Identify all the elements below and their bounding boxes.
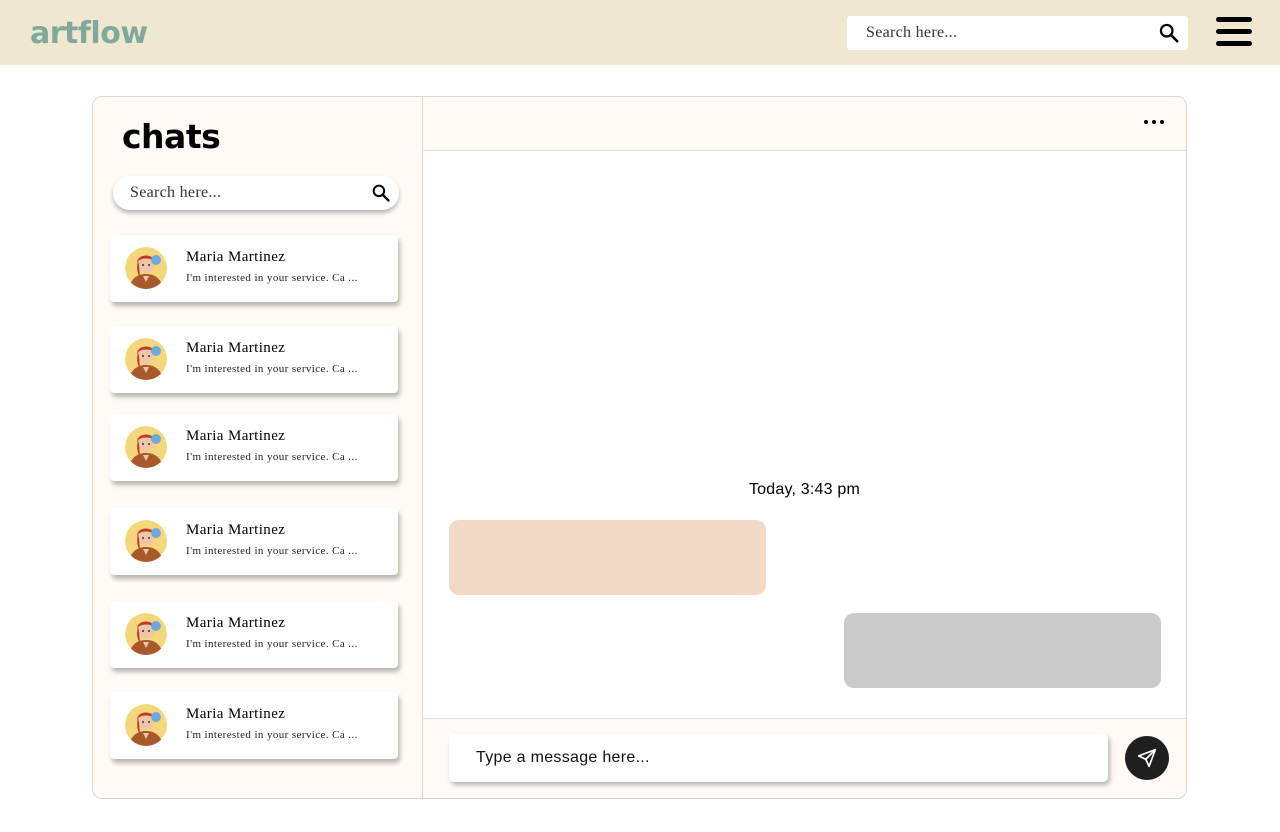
chat-contact-name: Maria Martinez [186,340,286,356]
chat-list-item[interactable]: Maria Martinez I'm interested in your se… [110,601,398,668]
message-input[interactable] [449,734,1108,782]
header-search-input[interactable] [847,16,1137,50]
top-bar: artflow [0,0,1280,65]
message-timestamp: Today, 3:43 pm [748,481,860,498]
conversation-area: Today, 3:43 pm [423,97,1186,798]
header-search-box [847,16,1188,50]
avatar [125,338,167,380]
chat-message-preview: I'm interested in your service. Ca ... [186,638,358,650]
chat-contact-name: Maria Martinez [186,428,286,444]
message-composer [423,718,1186,798]
send-icon [1137,748,1157,768]
search-icon[interactable] [1158,22,1180,44]
chat-message-preview: I'm interested in your service. Ca ... [186,545,358,557]
more-horizontal-icon[interactable] [1141,113,1167,131]
avatar [125,613,167,655]
chat-list-item[interactable]: Maria Martinez I'm interested in your se… [110,326,398,393]
chat-message-preview: I'm interested in your service. Ca ... [186,363,358,375]
app-logo[interactable]: artflow [30,12,148,56]
chat-message-preview: I'm interested in your service. Ca ... [186,451,358,463]
chat-contact-name: Maria Martinez [186,706,286,722]
chat-list-item[interactable]: Maria Martinez I'm interested in your se… [110,692,398,759]
incoming-message-bubble [449,520,766,595]
outgoing-message-bubble [844,613,1161,688]
conversation-header [423,97,1186,151]
chat-contact-name: Maria Martinez [186,249,286,265]
hamburger-menu-icon[interactable] [1214,15,1254,49]
chat-message-preview: I'm interested in your service. Ca ... [186,729,358,741]
chats-search-box [113,176,399,210]
chat-message-preview: I'm interested in your service. Ca ... [186,272,358,284]
avatar [125,426,167,468]
chat-contact-name: Maria Martinez [186,522,286,538]
avatar [125,520,167,562]
search-icon[interactable] [371,183,391,203]
send-button[interactable] [1125,736,1169,780]
chat-contact-name: Maria Martinez [186,615,286,631]
message-input-box [449,734,1108,782]
chats-search-input[interactable] [113,176,353,210]
avatar [125,704,167,746]
chat-panel: chats Search here... Maria Martinez I'm … [92,96,1187,799]
avatar [125,247,167,289]
chat-list-item[interactable]: Maria Martinez I'm interested in your se… [110,414,398,481]
chat-list-item[interactable]: Maria Martinez I'm interested in your se… [110,235,398,302]
chats-sidebar: chats Search here... Maria Martinez I'm … [93,97,423,798]
chat-list-item[interactable]: Maria Martinez I'm interested in your se… [110,508,398,575]
chats-title: chats [122,117,221,156]
